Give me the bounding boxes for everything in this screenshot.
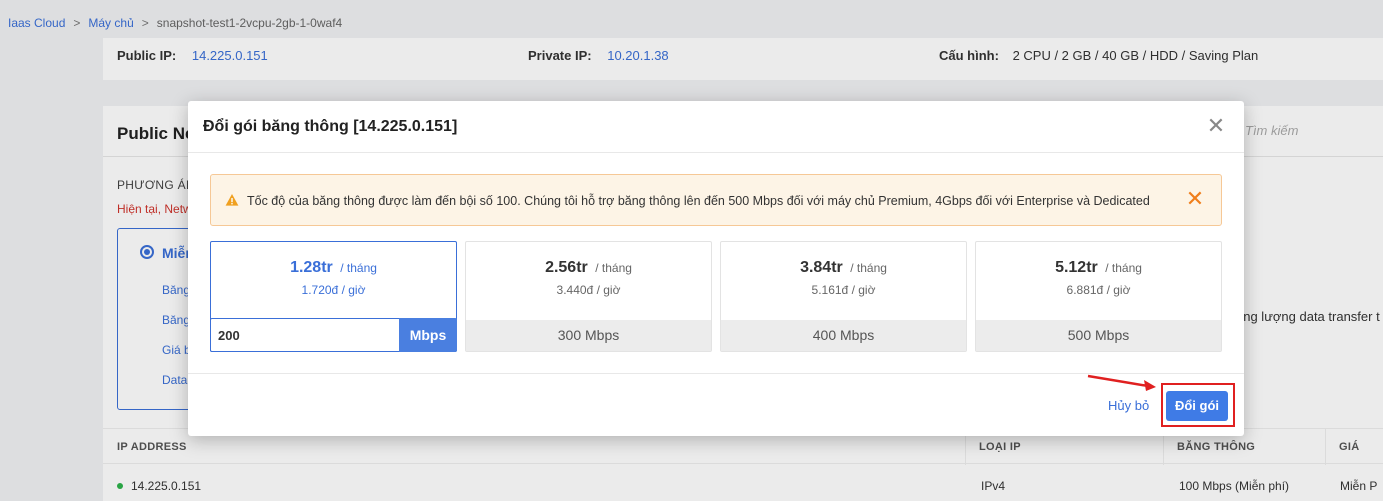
plan-speed: 400 Mbps: [721, 320, 966, 351]
close-icon[interactable]: ✕: [1204, 115, 1228, 139]
bandwidth-input[interactable]: [210, 318, 400, 352]
plan-price-line: 2.56tr / tháng: [466, 259, 711, 277]
plan-hourly-price: 3.440đ / giờ: [556, 283, 621, 297]
plan-option-500mbps[interactable]: 5.12tr / tháng 6.881đ / giờ 500 Mbps: [975, 241, 1222, 352]
plan-price: 2.56tr: [545, 259, 588, 276]
plan-hourly-price: 1.720đ / giờ: [301, 283, 366, 297]
plan-price-unit: / tháng: [340, 261, 377, 275]
plan-speed: 300 Mbps: [466, 320, 711, 351]
plan-price-line: 5.12tr / tháng: [976, 259, 1221, 277]
plan-option-200mbps[interactable]: 1.28tr / tháng 1.720đ / giờ Mbps: [210, 241, 457, 352]
modal-title: Đổi gói băng thông [14.225.0.151]: [203, 118, 458, 135]
plan-hourly-price: 6.881đ / giờ: [1066, 283, 1131, 297]
annotation-highlight-box: [1161, 383, 1235, 427]
plan-price-line: 3.84tr / tháng: [721, 259, 966, 277]
plan-hourly-price: 5.161đ / giờ: [811, 283, 876, 297]
annotation-arrow-icon: [1087, 374, 1156, 391]
bandwidth-unit-addon: Mbps: [399, 318, 457, 352]
alert-text: Tốc độ của băng thông được làm đến bội s…: [247, 194, 1150, 208]
plan-price-unit: / tháng: [1105, 261, 1142, 275]
plan-option-300mbps[interactable]: 2.56tr / tháng 3.440đ / giờ 300 Mbps: [465, 241, 712, 352]
bandwidth-alert: Tốc độ của băng thông được làm đến bội s…: [210, 174, 1222, 226]
plan-price: 1.28tr: [290, 259, 333, 276]
alert-close-icon[interactable]: ✕: [1185, 188, 1205, 210]
plan-price-unit: / tháng: [850, 261, 887, 275]
plan-price-line: 1.28tr / tháng: [211, 259, 456, 277]
plan-price: 5.12tr: [1055, 259, 1098, 276]
cancel-button[interactable]: Hủy bỏ: [1108, 398, 1149, 413]
modal-header: Đổi gói băng thông [14.225.0.151] ✕: [188, 101, 1244, 153]
bandwidth-input-group: Mbps: [210, 318, 457, 352]
plan-speed: 500 Mbps: [976, 320, 1221, 351]
bandwidth-plans: 1.28tr / tháng 1.720đ / giờ Mbps 2.56tr …: [210, 241, 1222, 353]
plan-option-400mbps[interactable]: 3.84tr / tháng 5.161đ / giờ 400 Mbps: [720, 241, 967, 352]
warning-icon: [225, 194, 239, 206]
plan-price: 3.84tr: [800, 259, 843, 276]
plan-price-unit: / tháng: [595, 261, 632, 275]
